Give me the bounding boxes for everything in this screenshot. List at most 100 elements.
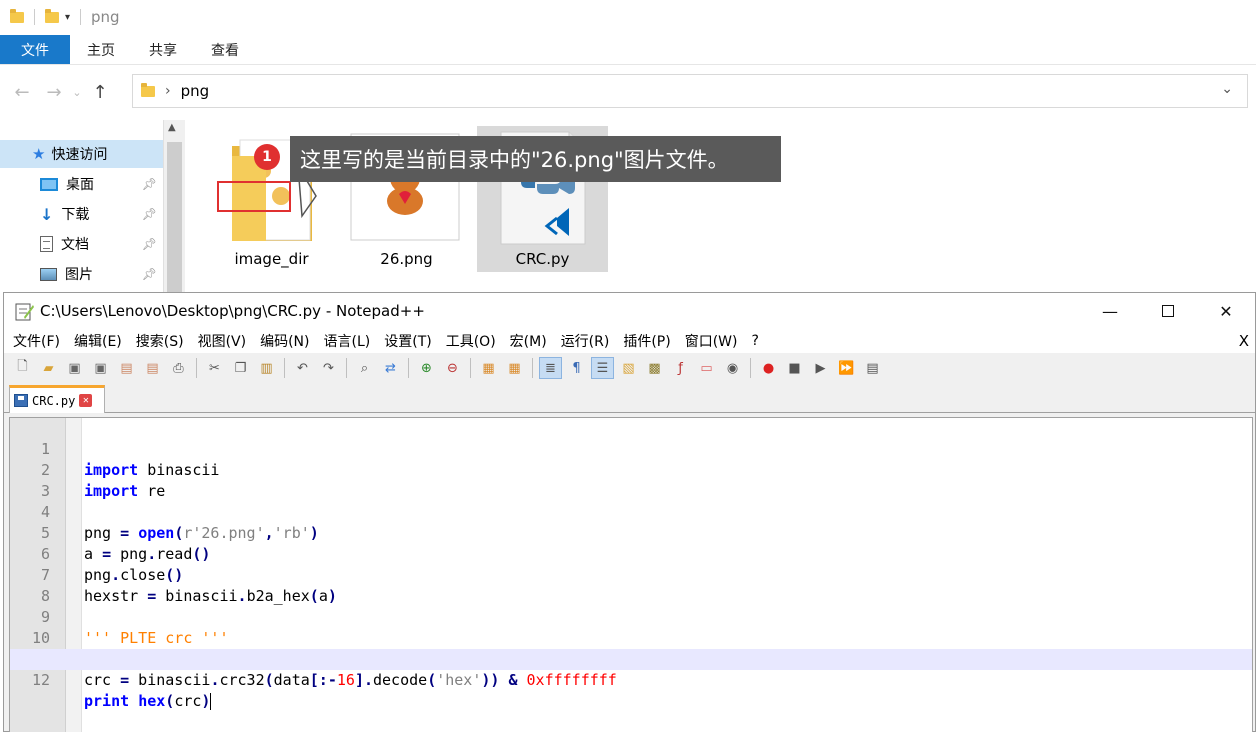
menu-window[interactable]: 窗口(W) (685, 331, 738, 351)
sidebar-item-label: 文档 (61, 237, 89, 253)
menu-macro[interactable]: 宏(M) (510, 331, 547, 351)
pin-icon[interactable]: 📌︎ (142, 237, 157, 251)
address-bar[interactable]: › png ⌄ (132, 74, 1248, 108)
copy-icon[interactable]: ❐ (229, 357, 252, 379)
sync-horizontal-icon[interactable]: ▦ (503, 357, 526, 379)
ribbon-tabs: 文件 主页 共享 查看 (0, 35, 1256, 65)
play-macro-icon[interactable]: ▶ (809, 357, 832, 379)
menu-edit[interactable]: 编辑(E) (74, 331, 122, 351)
new-folder-icon[interactable] (45, 8, 59, 23)
tab-file[interactable]: 文件 (0, 35, 70, 64)
indent-guide-icon[interactable]: ☰ (591, 357, 614, 379)
chevron-right-icon[interactable]: › (165, 83, 171, 99)
save-macro-icon[interactable]: ▤ (861, 357, 884, 379)
maximize-button[interactable] (1139, 293, 1197, 329)
recent-chevron-icon[interactable]: ⌄ (70, 86, 84, 99)
maximize-icon (1162, 305, 1174, 317)
menu-run[interactable]: 运行(R) (561, 331, 610, 351)
code-line: 6 png.close() (10, 523, 1252, 584)
tab-crc-py[interactable]: CRC.py ✕ (9, 385, 105, 413)
close-tab-icon[interactable]: ✕ (79, 394, 93, 407)
menu-help[interactable]: ? (752, 333, 759, 349)
word-wrap-icon[interactable]: ≣ (539, 357, 562, 379)
divider (80, 9, 82, 25)
open-file-icon[interactable]: ▰ (37, 357, 60, 379)
menu-language[interactable]: 语言(L) (324, 331, 371, 351)
close-file-icon[interactable]: ▤ (115, 357, 138, 379)
tab-share[interactable]: 共享 (132, 35, 194, 64)
document-icon (40, 236, 53, 252)
file-name: 26.png (380, 250, 433, 268)
show-all-chars-icon[interactable]: ¶ (565, 357, 588, 379)
redo-icon[interactable]: ↷ (317, 357, 340, 379)
sidebar-item-pictures[interactable]: 图片 📌︎ (0, 260, 163, 288)
notepad-plus-plus-window: C:\Users\Lenovo\Desktop\png\CRC.py - Not… (3, 292, 1256, 732)
desktop-icon (40, 177, 58, 191)
scrollbar-thumb[interactable] (167, 142, 182, 302)
print-icon[interactable]: ⎙ (167, 357, 190, 379)
up-arrow-icon[interactable]: ↑ (84, 82, 116, 103)
chevron-down-icon[interactable]: ▾ (65, 12, 70, 23)
notepad-icon (15, 303, 34, 321)
chevron-down-icon[interactable]: ⌄ (1221, 81, 1233, 97)
user-language-icon[interactable]: ▧ (617, 357, 640, 379)
save-icon[interactable]: ▣ (63, 357, 86, 379)
forward-arrow-icon[interactable]: → (38, 82, 70, 103)
pin-icon[interactable]: 📌︎ (142, 177, 157, 191)
menu-settings[interactable]: 设置(T) (384, 331, 431, 351)
nav-scrollbar[interactable]: ▲ (163, 120, 185, 302)
menu-view[interactable]: 视图(V) (198, 331, 247, 351)
notepad-titlebar: C:\Users\Lenovo\Desktop\png\CRC.py - Not… (4, 293, 1255, 329)
navigation-pane: ★ 快速访问 桌面 📌︎ ↓ 下载 📌︎ 文档 📌︎ 图片 📌︎ ▲ (0, 120, 185, 302)
sidebar-item-downloads[interactable]: ↓ 下载 📌︎ (0, 200, 163, 228)
scroll-up-icon[interactable]: ▲ (168, 122, 176, 133)
menu-tools[interactable]: 工具(O) (446, 331, 496, 351)
menu-search[interactable]: 搜索(S) (136, 331, 184, 351)
code-line-current: 12 print hex(crc) (10, 649, 1252, 710)
pin-icon[interactable]: 📌︎ (142, 207, 157, 221)
sync-vertical-icon[interactable]: ▦ (477, 357, 500, 379)
stop-macro-icon[interactable]: ■ (783, 357, 806, 379)
zoom-out-icon[interactable]: ⊖ (441, 357, 464, 379)
saved-file-icon (14, 394, 28, 407)
pin-icon[interactable]: 📌︎ (142, 267, 157, 281)
folder-workspace-icon[interactable]: ▭ (695, 357, 718, 379)
monitoring-icon[interactable]: ◉ (721, 357, 744, 379)
breadcrumb-png[interactable]: png (181, 82, 210, 100)
tab-label: CRC.py (32, 393, 76, 408)
record-macro-icon[interactable]: ● (757, 357, 780, 379)
sidebar-item-documents[interactable]: 文档 📌︎ (0, 230, 163, 258)
close-document-button[interactable]: X (1239, 332, 1249, 350)
save-all-icon[interactable]: ▣ (89, 357, 112, 379)
code-editor[interactable]: 1 import binascii 2 import re 3 4 png = … (9, 417, 1253, 732)
menu-file[interactable]: 文件(F) (13, 331, 60, 351)
find-icon[interactable]: ⌕ (353, 357, 376, 379)
menu-plugins[interactable]: 插件(P) (623, 331, 670, 351)
divider (750, 358, 751, 378)
document-map-icon[interactable]: ▩ (643, 357, 666, 379)
code-line: 5 a = png.read() (10, 502, 1252, 563)
new-file-icon[interactable]: 🗋︎ (11, 357, 34, 379)
address-row: ← → ⌄ ↑ › png ⌄ (0, 72, 1256, 112)
sidebar-item-quick-access[interactable]: ★ 快速访问 (0, 140, 163, 168)
replace-icon[interactable]: ⇄ (379, 357, 402, 379)
run-macro-multiple-icon[interactable]: ⏩ (835, 357, 858, 379)
tab-view[interactable]: 查看 (194, 35, 256, 64)
sidebar-item-desktop[interactable]: 桌面 📌︎ (0, 170, 163, 198)
back-arrow-icon[interactable]: ← (6, 82, 38, 103)
toolbar: 🗋︎ ▰ ▣ ▣ ▤ ▤ ⎙ ✂ ❐ ▥ ↶ ↷ ⌕ ⇄ ⊕ ⊖ ▦ ▦ ≣ ¶… (4, 355, 1255, 381)
menu-encoding[interactable]: 编码(N) (260, 331, 309, 351)
tab-home[interactable]: 主页 (70, 35, 132, 64)
zoom-in-icon[interactable]: ⊕ (415, 357, 438, 379)
function-list-icon[interactable]: ƒ (669, 357, 692, 379)
code-line: 8 (10, 565, 1252, 605)
close-button[interactable]: ✕ (1197, 293, 1255, 329)
folder-icon[interactable] (10, 8, 24, 23)
undo-icon[interactable]: ↶ (291, 357, 314, 379)
code-line: 1 import binascii (10, 418, 1252, 479)
text-cursor (210, 693, 212, 710)
paste-icon[interactable]: ▥ (255, 357, 278, 379)
close-all-icon[interactable]: ▤ (141, 357, 164, 379)
minimize-button[interactable]: — (1081, 293, 1139, 329)
cut-icon[interactable]: ✂ (203, 357, 226, 379)
